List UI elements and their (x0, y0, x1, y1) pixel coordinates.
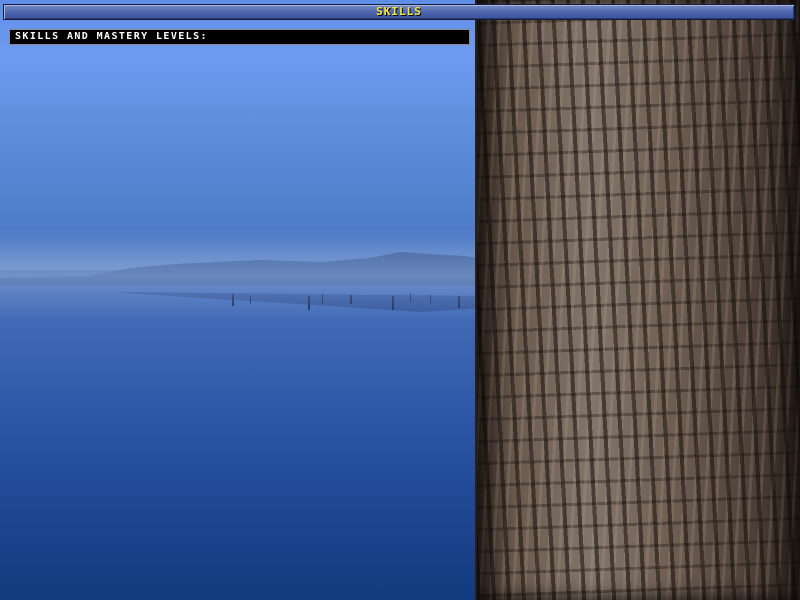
window-title: SKILLS (376, 5, 422, 18)
game-screen: SKILLS SKILLS AND MASTERY LEVELS: (0, 0, 800, 600)
skills-header-panel: SKILLS AND MASTERY LEVELS: (9, 29, 470, 45)
skills-header-label: SKILLS AND MASTERY LEVELS: (15, 31, 208, 42)
tree-trunk (475, 0, 800, 600)
title-bar: SKILLS (3, 4, 795, 20)
